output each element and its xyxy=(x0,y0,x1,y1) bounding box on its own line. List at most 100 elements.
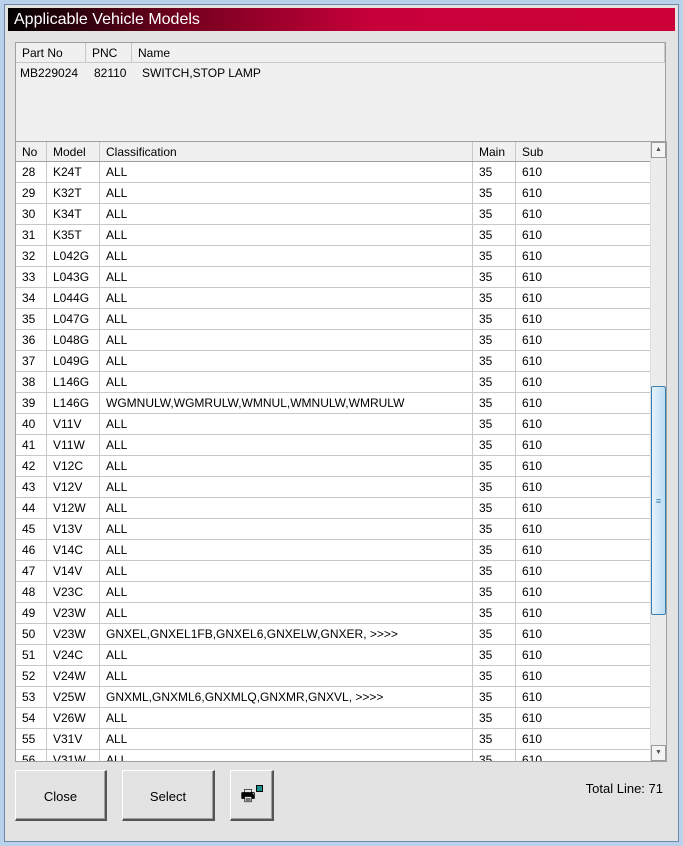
table-row[interactable]: 46 V14C ALL 35 610 xyxy=(16,540,651,561)
cell-model: L146G xyxy=(47,372,100,392)
header-classification[interactable]: Classification xyxy=(100,142,473,161)
table-row[interactable]: 32 L042G ALL 35 610 xyxy=(16,246,651,267)
table-row[interactable]: 35 L047G ALL 35 610 xyxy=(16,309,651,330)
cell-sub: 610 xyxy=(516,477,651,497)
cell-no: 44 xyxy=(16,498,47,518)
cell-model: L042G xyxy=(47,246,100,266)
header-name[interactable]: Name xyxy=(132,43,665,62)
part-no: MB229024 xyxy=(20,66,79,80)
header-no[interactable]: No xyxy=(16,142,47,161)
table-row[interactable]: 31 K35T ALL 35 610 xyxy=(16,225,651,246)
cell-main: 35 xyxy=(473,351,516,371)
table-row[interactable]: 34 L044G ALL 35 610 xyxy=(16,288,651,309)
cell-sub: 610 xyxy=(516,225,651,245)
cell-model: V11W xyxy=(47,435,100,455)
cell-sub: 610 xyxy=(516,540,651,560)
table-row[interactable]: 56 V31W ALL 35 610 xyxy=(16,750,651,761)
cell-sub: 610 xyxy=(516,435,651,455)
table-row[interactable]: 43 V12V ALL 35 610 xyxy=(16,477,651,498)
cell-model: V23W xyxy=(47,603,100,623)
scroll-up-icon[interactable]: ▲ xyxy=(651,142,666,158)
cell-model: K34T xyxy=(47,204,100,224)
table-row[interactable]: 44 V12W ALL 35 610 xyxy=(16,498,651,519)
cell-no: 49 xyxy=(16,603,47,623)
table-row[interactable]: 33 L043G ALL 35 610 xyxy=(16,267,651,288)
part-name: SWITCH,STOP LAMP xyxy=(142,66,261,80)
cell-classification: ALL xyxy=(100,561,473,581)
cell-classification: ALL xyxy=(100,288,473,308)
table-row[interactable]: 40 V11V ALL 35 610 xyxy=(16,414,651,435)
cell-model: V23W xyxy=(47,624,100,644)
table-row[interactable]: 36 L048G ALL 35 610 xyxy=(16,330,651,351)
cell-model: V23C xyxy=(47,582,100,602)
cell-main: 35 xyxy=(473,372,516,392)
total-line: Total Line: 71 xyxy=(585,781,663,796)
table-row[interactable]: 52 V24W ALL 35 610 xyxy=(16,666,651,687)
close-button[interactable]: Close xyxy=(15,770,107,821)
cell-model: V24W xyxy=(47,666,100,686)
cell-sub: 610 xyxy=(516,330,651,350)
scroll-thumb[interactable]: ≡ xyxy=(651,386,666,615)
header-part-no[interactable]: Part No xyxy=(16,43,86,62)
print-button[interactable]: 🖶 xyxy=(230,770,274,821)
table-row[interactable]: 51 V24C ALL 35 610 xyxy=(16,645,651,666)
cell-classification: ALL xyxy=(100,246,473,266)
table-row[interactable]: 28 K24T ALL 35 610 xyxy=(16,162,651,183)
cell-classification: ALL xyxy=(100,708,473,728)
cell-classification: ALL xyxy=(100,582,473,602)
table-row[interactable]: 39 L146G WGMNULW,WGMRULW,WMNUL,WMNULW,WMRU… xyxy=(16,393,651,414)
pnc: 82110 xyxy=(94,66,127,80)
cell-model: L043G xyxy=(47,267,100,287)
table-row[interactable]: 49 V23W ALL 35 610 xyxy=(16,603,651,624)
table-row[interactable]: 47 V14V ALL 35 610 xyxy=(16,561,651,582)
table-row[interactable]: 38 L146G ALL 35 610 xyxy=(16,372,651,393)
header-main[interactable]: Main xyxy=(473,142,516,161)
scroll-down-icon[interactable]: ▼ xyxy=(651,745,666,761)
cell-classification: ALL xyxy=(100,540,473,560)
header-sub[interactable]: Sub xyxy=(516,142,651,161)
cell-classification: ALL xyxy=(100,477,473,497)
table-row[interactable]: 50 V23W GNXEL,GNXEL1FB,GNXEL6,GNXELW,GNXER… xyxy=(16,624,651,645)
cell-sub: 610 xyxy=(516,666,651,686)
cell-main: 35 xyxy=(473,729,516,749)
table-row[interactable]: 37 L049G ALL 35 610 xyxy=(16,351,651,372)
cell-main: 35 xyxy=(473,687,516,707)
table-row[interactable]: 29 K32T ALL 35 610 xyxy=(16,183,651,204)
table-row[interactable]: 30 K34T ALL 35 610 xyxy=(16,204,651,225)
table-row[interactable]: 55 V31V ALL 35 610 xyxy=(16,729,651,750)
cell-sub: 610 xyxy=(516,414,651,434)
cell-classification: ALL xyxy=(100,225,473,245)
cell-classification: ALL xyxy=(100,498,473,518)
cell-model: L047G xyxy=(47,309,100,329)
cell-main: 35 xyxy=(473,435,516,455)
table-row[interactable]: 41 V11W ALL 35 610 xyxy=(16,435,651,456)
models-grid: No Model Classification Main Sub 28 K24T A… xyxy=(15,141,667,762)
cell-classification: ALL xyxy=(100,603,473,623)
cell-no: 42 xyxy=(16,456,47,476)
cell-sub: 610 xyxy=(516,204,651,224)
cell-no: 41 xyxy=(16,435,47,455)
table-row[interactable]: 48 V23C ALL 35 610 xyxy=(16,582,651,603)
cell-classification: ALL xyxy=(100,372,473,392)
cell-main: 35 xyxy=(473,393,516,413)
cell-no: 54 xyxy=(16,708,47,728)
cell-sub: 610 xyxy=(516,645,651,665)
vertical-scrollbar[interactable]: ▲ ≡ ▼ xyxy=(650,142,666,761)
cell-sub: 610 xyxy=(516,708,651,728)
header-model[interactable]: Model xyxy=(47,142,100,161)
select-button[interactable]: Select xyxy=(122,770,215,821)
table-row[interactable]: 45 V13V ALL 35 610 xyxy=(16,519,651,540)
grid-header: No Model Classification Main Sub xyxy=(16,142,651,162)
header-pnc[interactable]: PNC xyxy=(86,43,132,62)
table-row[interactable]: 42 V12C ALL 35 610 xyxy=(16,456,651,477)
cell-no: 56 xyxy=(16,750,47,761)
table-row[interactable]: 53 V25W GNXML,GNXML6,GNXMLQ,GNXMR,GNXVL, >… xyxy=(16,687,651,708)
part-row[interactable]: MB229024 82110 SWITCH,STOP LAMP xyxy=(16,63,665,83)
dialog-window: Applicable Vehicle Models Part No PNC Na… xyxy=(4,4,679,842)
cell-main: 35 xyxy=(473,498,516,518)
cell-classification: ALL xyxy=(100,750,473,761)
printer-icon: 🖶 xyxy=(240,785,263,805)
cell-main: 35 xyxy=(473,750,516,761)
cell-no: 55 xyxy=(16,729,47,749)
table-row[interactable]: 54 V26W ALL 35 610 xyxy=(16,708,651,729)
